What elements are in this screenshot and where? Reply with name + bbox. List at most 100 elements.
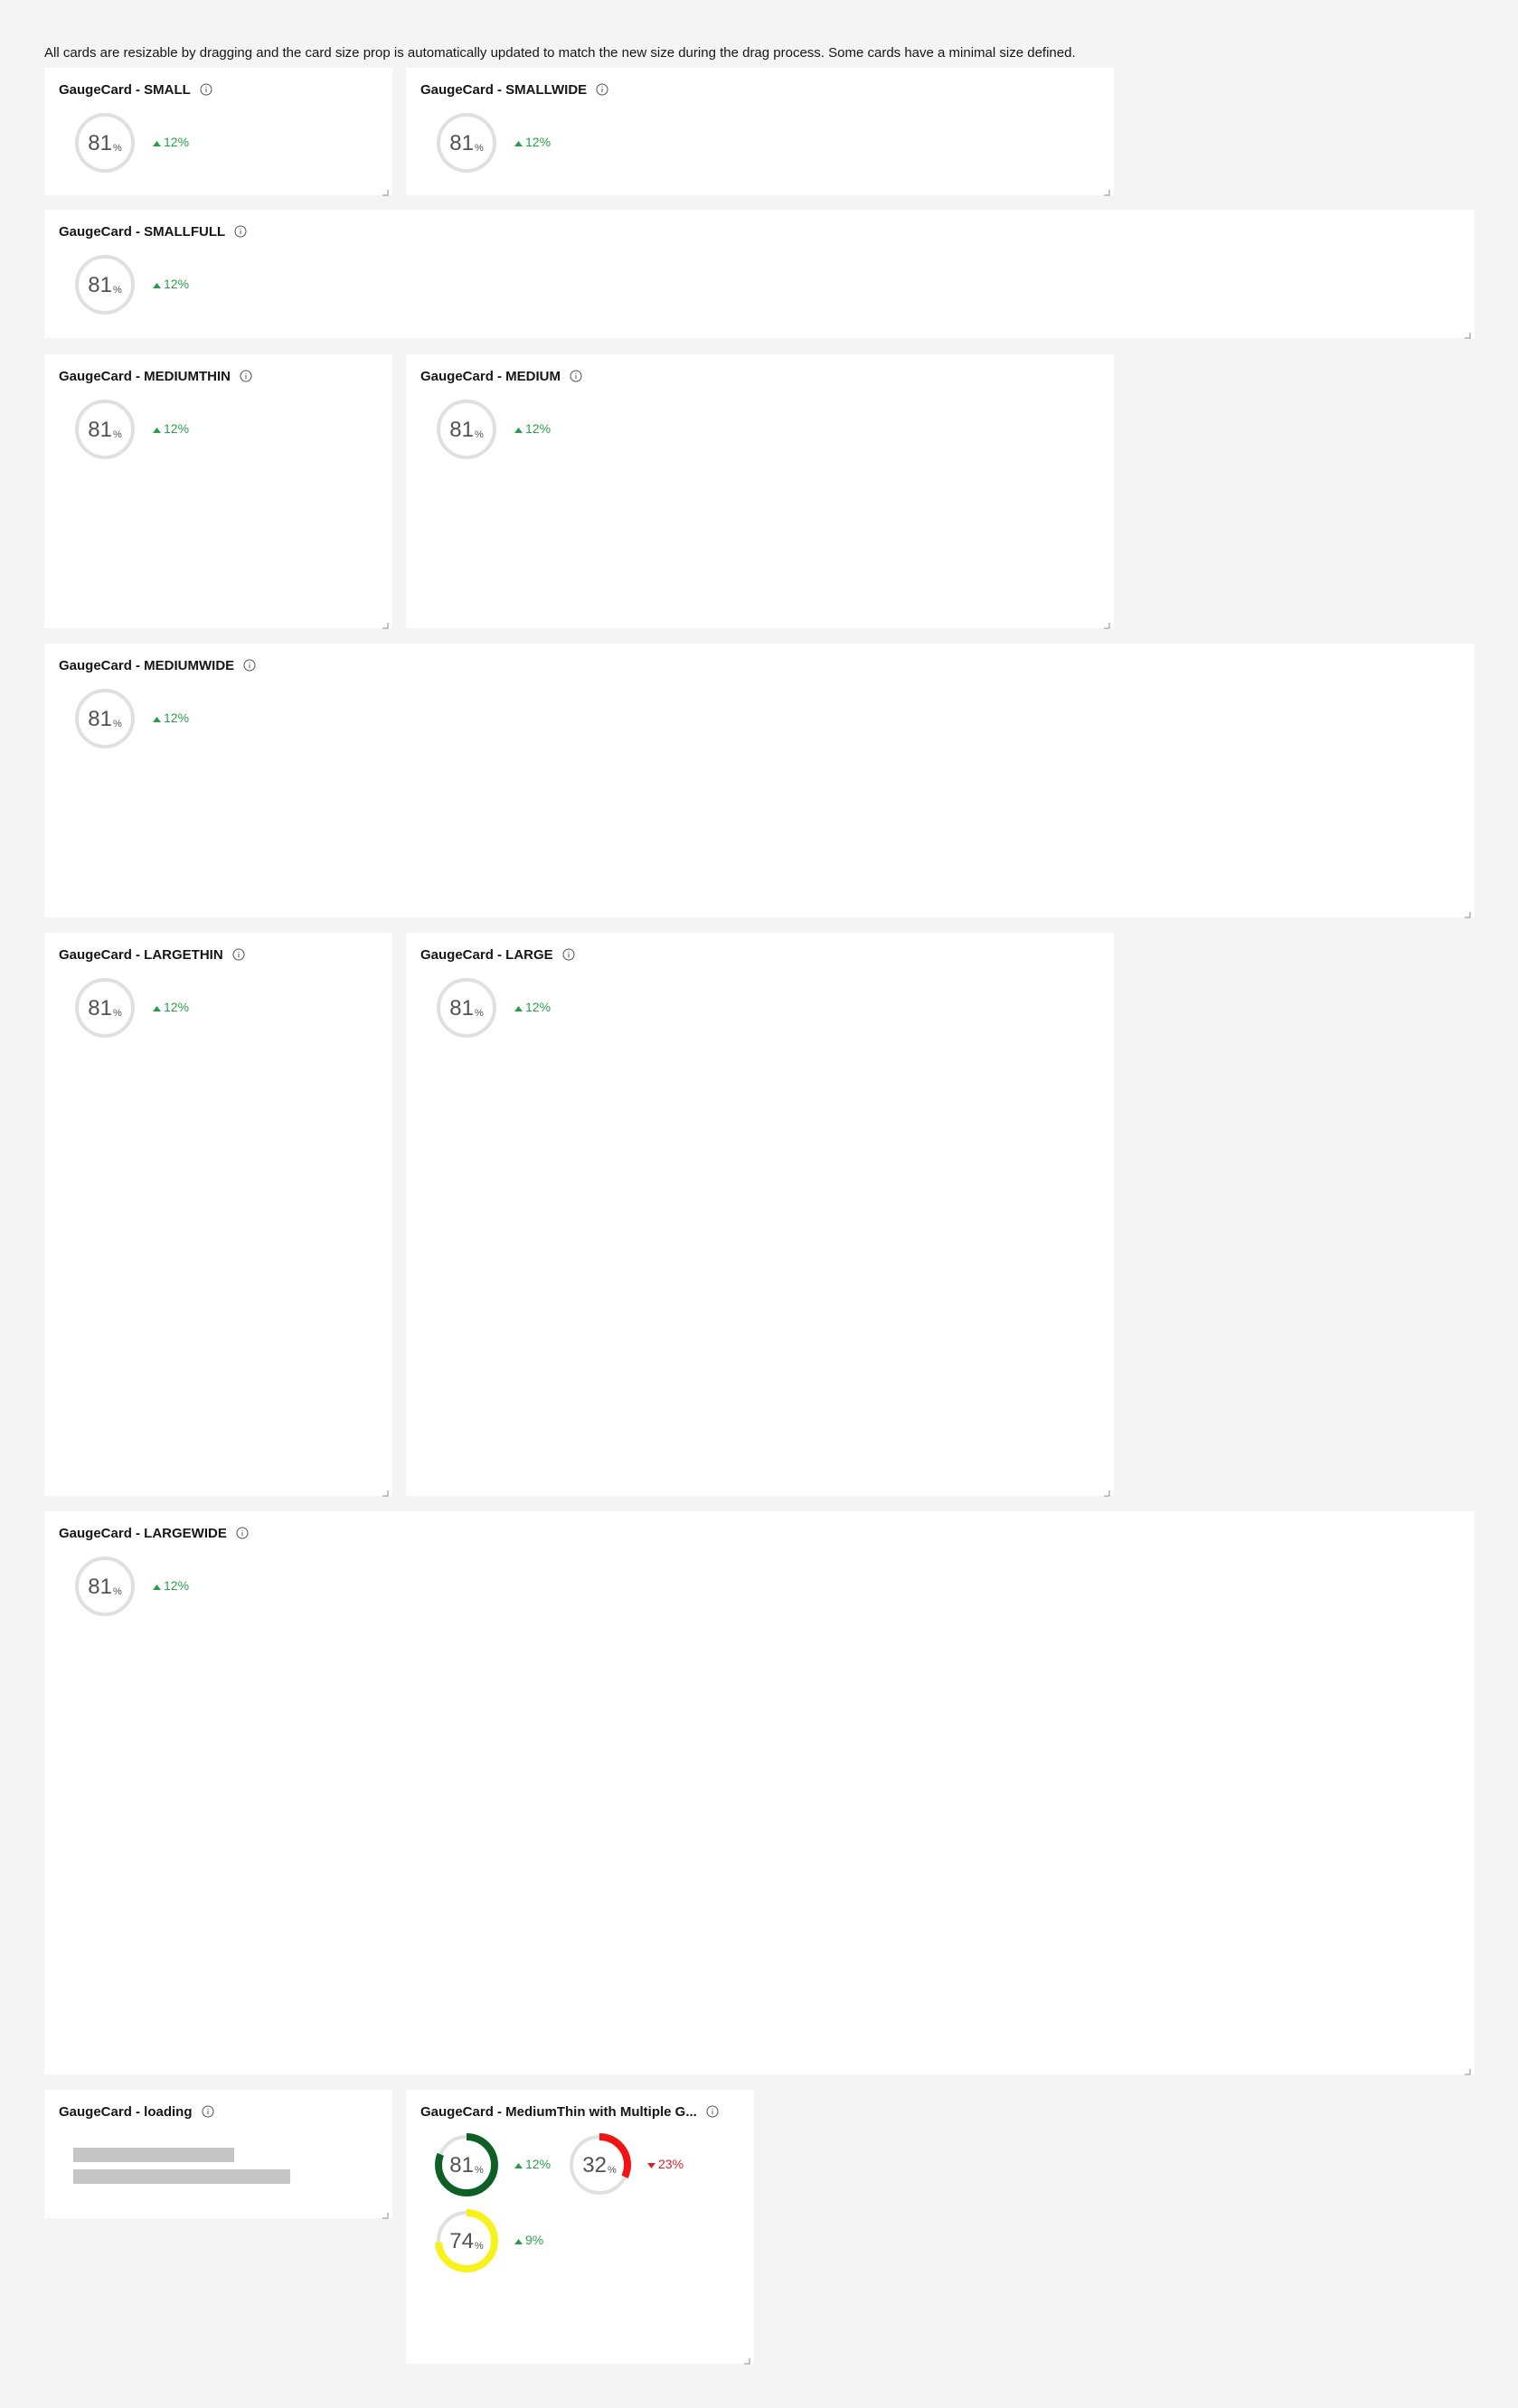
resize-handle-icon[interactable] <box>1103 617 1110 629</box>
gauge: 81% <box>435 111 498 174</box>
gauge-unit: % <box>112 429 122 440</box>
gauge-unit: % <box>112 1008 122 1019</box>
resize-handle-icon[interactable] <box>743 2353 750 2365</box>
gauge: 81% <box>73 976 137 1039</box>
resize-handle-icon[interactable] <box>382 2207 389 2219</box>
resize-handle-icon[interactable] <box>382 617 389 629</box>
gauge-unit: % <box>112 143 122 154</box>
resize-handle-icon[interactable] <box>382 1485 389 1497</box>
caret-up-icon <box>153 135 161 149</box>
gauge-unit: % <box>112 719 122 729</box>
card-header: GaugeCard - MEDIUMWIDE <box>59 654 256 676</box>
trend-value: 12% <box>525 135 552 149</box>
resize-handle-icon[interactable] <box>1464 907 1471 918</box>
trend-value: 12% <box>164 135 190 149</box>
gauge-card-large[interactable]: GaugeCard - LARGE 81% 12% <box>406 933 1114 1497</box>
card-header: GaugeCard - MediumThin with Multiple G..… <box>420 2101 719 2122</box>
card-title: GaugeCard - MediumThin with Multiple G..… <box>420 2103 697 2120</box>
trend-value: 12% <box>525 2157 552 2171</box>
gauge-number: 81 <box>88 996 112 1021</box>
trend-indicator: 12% <box>153 421 189 436</box>
gauge-card-loading[interactable]: GaugeCard - loading <box>44 2090 392 2219</box>
caret-up-icon <box>153 1000 161 1014</box>
gauge: 81% <box>73 1555 137 1618</box>
gauge-card-medium[interactable]: GaugeCard - MEDIUM 81% 12% <box>406 354 1114 629</box>
gauge-number: 81 <box>449 131 474 155</box>
resize-handle-icon[interactable] <box>1464 327 1471 339</box>
info-icon[interactable] <box>240 370 252 382</box>
card-header: GaugeCard - LARGETHIN <box>59 944 245 965</box>
gauge: 81% <box>73 398 137 461</box>
resize-handle-icon[interactable] <box>1464 2064 1471 2075</box>
info-icon[interactable] <box>236 1527 249 1539</box>
card-title: GaugeCard - LARGETHIN <box>59 946 223 963</box>
gauge: 81% <box>435 976 498 1039</box>
gauge-number: 81 <box>88 1575 112 1599</box>
info-icon[interactable] <box>596 83 608 96</box>
gauge-card-small[interactable]: GaugeCard - SMALL 81% 12% <box>44 68 392 196</box>
trend-indicator: 23% <box>647 2157 684 2171</box>
resize-handle-icon[interactable] <box>1103 184 1110 196</box>
card-title: GaugeCard - SMALLFULL <box>59 223 226 240</box>
gauge-number: 74 <box>449 2229 474 2253</box>
gauge-unit: % <box>474 2241 484 2252</box>
gauge-card-largethin[interactable]: GaugeCard - LARGETHIN 81% 12% <box>44 933 392 1497</box>
gauge-value: 81% <box>435 111 498 174</box>
resize-handle-icon[interactable] <box>382 184 389 196</box>
resize-handle-icon[interactable] <box>1103 1485 1110 1497</box>
info-icon[interactable] <box>570 370 582 382</box>
gauge-card-multiple[interactable]: GaugeCard - MediumThin with Multiple G..… <box>406 2090 754 2365</box>
gauge-number: 81 <box>88 273 112 297</box>
info-icon[interactable] <box>706 2105 719 2118</box>
gauge-value: 81% <box>435 976 498 1039</box>
gauge-value: 74% <box>435 2209 498 2272</box>
trend-value: 12% <box>525 421 552 436</box>
card-header: GaugeCard - LARGEWIDE <box>59 1522 249 1544</box>
trend-indicator: 12% <box>153 135 189 149</box>
gauge-card-mediumwide[interactable]: GaugeCard - MEDIUMWIDE 81% 12% <box>44 644 1475 918</box>
gauge-unit: % <box>112 285 122 296</box>
gauge: 81% <box>435 2133 498 2196</box>
gauge-card-smallwide[interactable]: GaugeCard - SMALLWIDE 81% 12% <box>406 68 1114 196</box>
info-icon[interactable] <box>234 225 247 238</box>
gauge-value: 32% <box>568 2133 631 2196</box>
card-header: GaugeCard - LARGE <box>420 944 575 965</box>
gauge-value: 81% <box>73 1555 137 1618</box>
trend-indicator: 12% <box>514 2157 551 2171</box>
gauge: 81% <box>73 687 137 750</box>
trend-value: 12% <box>164 277 190 291</box>
trend-indicator: 12% <box>514 1000 551 1014</box>
info-icon[interactable] <box>200 83 212 96</box>
gauge-number: 81 <box>449 418 474 442</box>
card-title: GaugeCard - LARGE <box>420 946 553 963</box>
gauge-value: 81% <box>73 253 137 316</box>
trend-indicator: 12% <box>153 277 189 291</box>
trend-indicator: 12% <box>153 1000 189 1014</box>
info-icon[interactable] <box>202 2105 214 2118</box>
gauge-number: 81 <box>88 131 112 155</box>
trend-value: 12% <box>164 1000 190 1014</box>
caret-up-icon <box>514 421 523 436</box>
gauge-unit: % <box>474 143 484 154</box>
caret-up-icon <box>514 2157 523 2171</box>
gauge: 32% <box>568 2133 631 2196</box>
caret-up-icon <box>514 2233 523 2247</box>
gauge-unit: % <box>474 1008 484 1019</box>
trend-value: 9% <box>525 2233 544 2247</box>
gauge-unit: % <box>474 429 484 440</box>
gauge-card-mediumthin[interactable]: GaugeCard - MEDIUMTHIN 81% 12% <box>44 354 392 629</box>
info-icon[interactable] <box>562 948 575 961</box>
info-icon[interactable] <box>232 948 245 961</box>
gauge-value: 81% <box>435 398 498 461</box>
trend-indicator: 12% <box>153 710 189 725</box>
card-title: GaugeCard - loading <box>59 2103 193 2120</box>
trend-value: 23% <box>658 2157 684 2171</box>
info-icon[interactable] <box>243 659 256 672</box>
gauge-number: 32 <box>582 2153 607 2178</box>
gauge-number: 81 <box>449 996 474 1021</box>
card-header: GaugeCard - MEDIUM <box>420 365 582 387</box>
gauge-card-smallfull[interactable]: GaugeCard - SMALLFULL 81% 12% <box>44 210 1475 339</box>
trend-value: 12% <box>164 1578 190 1593</box>
gauge-card-largewide[interactable]: GaugeCard - LARGEWIDE 81% 12% <box>44 1511 1475 2075</box>
card-header: GaugeCard - loading <box>59 2101 214 2122</box>
